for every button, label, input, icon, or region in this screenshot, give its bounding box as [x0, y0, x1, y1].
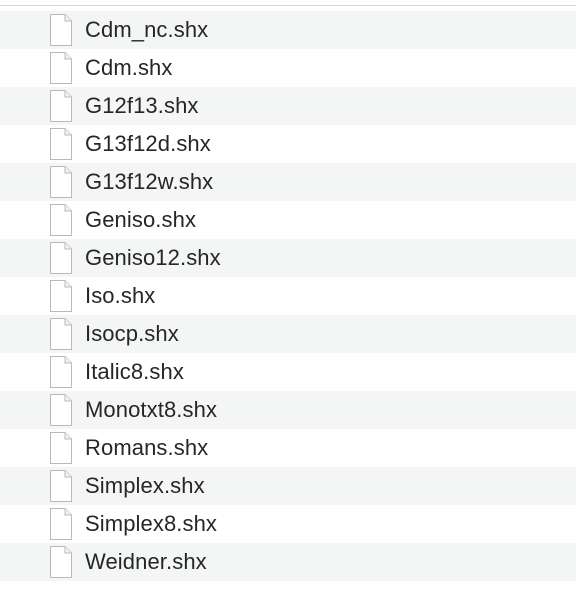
- document-icon: [48, 393, 74, 427]
- file-name: G12f13.shx: [85, 93, 199, 118]
- document-icon: [48, 127, 74, 161]
- file-name: Simplex.shx: [85, 473, 205, 498]
- file-row[interactable]: Isocp.shx: [0, 315, 576, 353]
- file-name: Cdm.shx: [85, 55, 173, 80]
- file-row[interactable]: G13f12w.shx: [0, 163, 576, 201]
- file-name: Romans.shx: [85, 435, 209, 460]
- document-icon: [48, 13, 74, 47]
- document-icon: [48, 545, 74, 579]
- file-name: Weidner.shx: [85, 549, 207, 574]
- file-name: Geniso.shx: [85, 207, 197, 232]
- file-row[interactable]: Cdm.shx: [0, 49, 576, 87]
- file-row[interactable]: G12f13.shx: [0, 87, 576, 125]
- file-name: Geniso12.shx: [85, 245, 221, 270]
- file-name: G13f12w.shx: [85, 169, 214, 194]
- document-icon: [48, 241, 74, 275]
- document-icon: [48, 431, 74, 465]
- document-icon: [48, 203, 74, 237]
- file-row[interactable]: Cdm_nc.shx: [0, 11, 576, 49]
- file-row[interactable]: Monotxt8.shx: [0, 391, 576, 429]
- file-name: Italic8.shx: [85, 359, 184, 384]
- file-row[interactable]: Geniso.shx: [0, 201, 576, 239]
- file-row[interactable]: Simplex8.shx: [0, 505, 576, 543]
- document-icon: [48, 51, 74, 85]
- document-icon: [48, 469, 74, 503]
- file-row[interactable]: Iso.shx: [0, 277, 576, 315]
- file-name: Iso.shx: [85, 283, 156, 308]
- file-row[interactable]: Simplex.shx: [0, 467, 576, 505]
- file-name: Monotxt8.shx: [85, 397, 218, 422]
- document-icon: [48, 507, 74, 541]
- document-icon: [48, 89, 74, 123]
- file-name: Cdm_nc.shx: [85, 17, 209, 42]
- file-row[interactable]: Weidner.shx: [0, 543, 576, 581]
- file-list: Cdm_nc.shx Cdm.shx G12f13.shx G13f12d.shx G1…: [0, 11, 576, 581]
- file-row[interactable]: G13f12d.shx: [0, 125, 576, 163]
- file-name: G13f12d.shx: [85, 131, 211, 156]
- document-icon: [48, 317, 74, 351]
- file-name: Simplex8.shx: [85, 511, 218, 536]
- list-header-divider: [0, 0, 576, 6]
- document-icon: [48, 355, 74, 389]
- file-row[interactable]: Italic8.shx: [0, 353, 576, 391]
- document-icon: [48, 279, 74, 313]
- file-row[interactable]: Romans.shx: [0, 429, 576, 467]
- file-name: Isocp.shx: [85, 321, 179, 346]
- file-row[interactable]: Geniso12.shx: [0, 239, 576, 277]
- document-icon: [48, 165, 74, 199]
